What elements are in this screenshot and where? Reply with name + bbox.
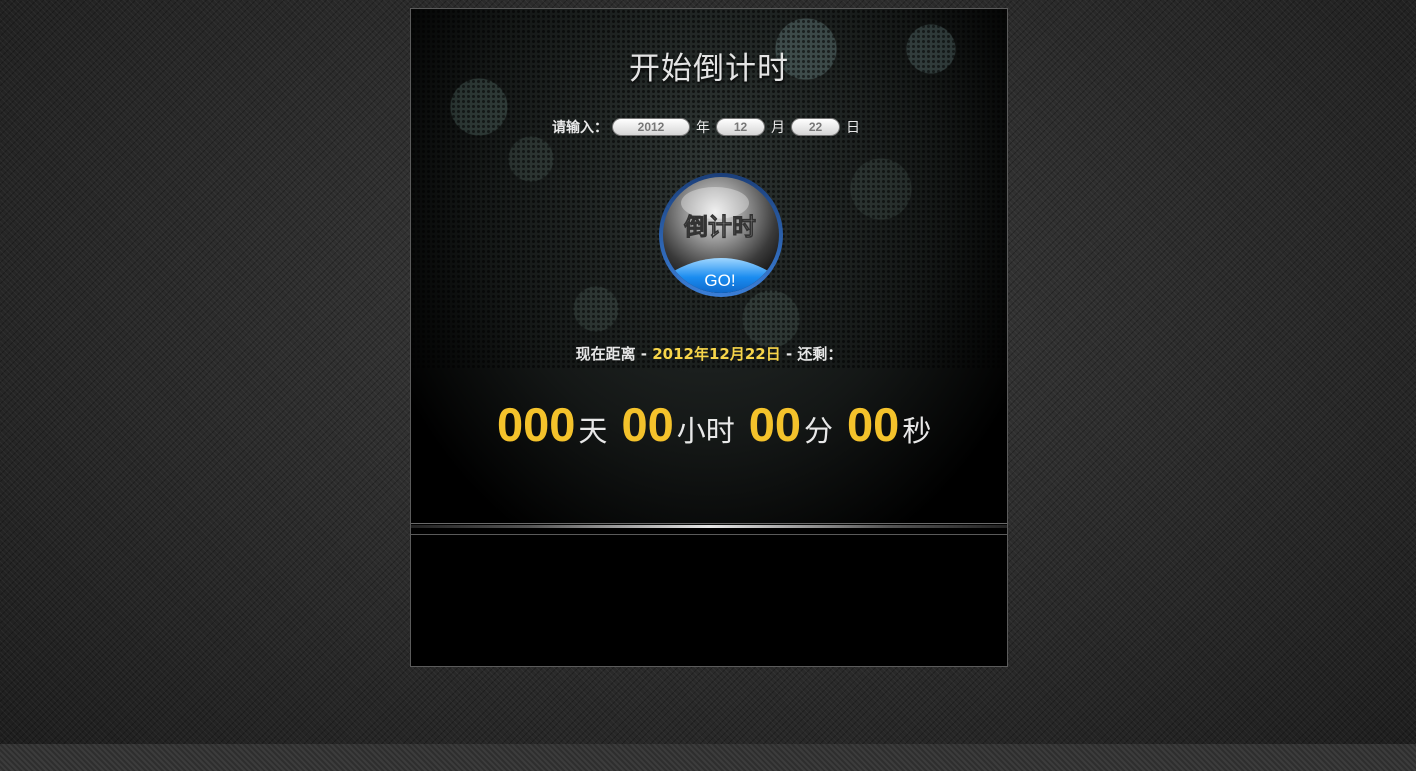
status-prefix: 现在距离 - (575, 345, 653, 363)
day-input[interactable] (791, 118, 840, 136)
minutes-value: 00 (748, 398, 802, 451)
status-line: 现在距离 - 2012年12月22日 - 还剩： (411, 343, 1007, 364)
go-button-graphic: 倒计时 GO! (659, 173, 783, 297)
page-title: 开始倒计时 (629, 51, 789, 87)
glow-divider (411, 525, 1007, 528)
days-value: 000 (497, 398, 576, 451)
year-unit-label: 年 (696, 120, 710, 136)
month-unit-label: 月 (771, 120, 785, 136)
go-badge-text: GO! (704, 271, 735, 290)
hours-value: 00 (621, 398, 674, 451)
hours-unit: 小时 (676, 414, 735, 448)
page-bottom-band (0, 744, 1416, 771)
divider-top (411, 523, 1007, 524)
input-prompt-label: 请输入： (552, 120, 608, 136)
date-input-row: 请输入： 年 月 日 (411, 116, 1007, 138)
seconds-unit: 秒 (902, 414, 932, 448)
year-input[interactable] (612, 118, 690, 136)
status-target-date: 2012年12月22日 (652, 345, 781, 363)
status-suffix: - 还剩： (780, 345, 843, 363)
footer-area (411, 535, 1007, 666)
day-unit-label: 日 (846, 120, 860, 136)
seconds-value: 00 (847, 398, 900, 451)
countdown-go-button[interactable]: 倒计时 GO! (657, 171, 785, 303)
minutes-unit: 分 (804, 414, 834, 448)
go-button-top-text: 倒计时 (683, 213, 756, 241)
countdown-display: 000 天 00 小时 00 分 00 秒 (497, 397, 945, 457)
countdown-panel: 开始倒计时 请输入： 年 月 日 (410, 8, 1008, 667)
month-input[interactable] (716, 118, 765, 136)
days-unit: 天 (578, 414, 608, 448)
